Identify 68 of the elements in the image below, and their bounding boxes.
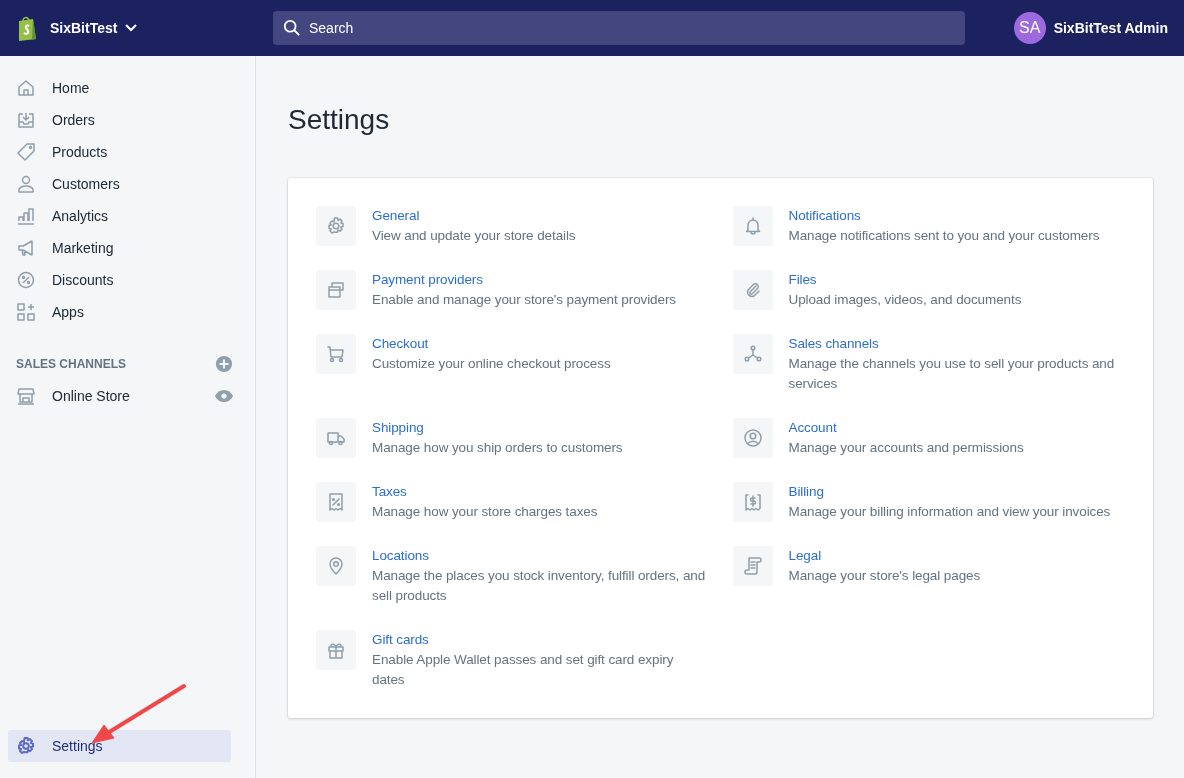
setting-description: Enable Apple Wallet passes and set gift card expiry dates xyxy=(372,651,675,689)
percent-badge-icon xyxy=(16,270,36,290)
dollar-receipt-icon xyxy=(742,492,763,512)
sidebar-item[interactable]: Settings xyxy=(8,730,231,762)
setting-description: Enable and manage your store's payment providers xyxy=(372,291,676,309)
add-icon[interactable] xyxy=(215,355,233,373)
sidebar-item[interactable]: Online Store xyxy=(8,380,138,412)
cart-icon xyxy=(326,344,346,364)
sidebar-item[interactable]: Products xyxy=(8,136,231,168)
setting-description: Manage the places you stock inventory, fulfill orders, and sell products xyxy=(372,567,707,605)
sidebar-item[interactable]: Home xyxy=(8,72,231,104)
search-icon xyxy=(283,19,301,37)
sidebar-item[interactable]: Customers xyxy=(8,168,231,200)
user-menu[interactable]: SA SixBitTest Admin xyxy=(1013,12,1168,44)
chevron-down-icon xyxy=(125,24,138,32)
setting-link[interactable]: Notifications xyxy=(788,206,861,226)
setting-link[interactable]: Files xyxy=(788,270,817,290)
eye-icon[interactable] xyxy=(215,390,233,402)
gift-icon xyxy=(326,640,346,660)
user-circle-icon xyxy=(742,428,763,448)
megaphone-icon xyxy=(16,238,36,258)
sidebar-item[interactable]: Discounts xyxy=(8,264,231,296)
grid-plus-icon xyxy=(16,302,36,322)
sidebar-item[interactable]: Apps xyxy=(8,296,231,328)
setting-description: View and update your store details xyxy=(372,227,576,245)
store-switcher[interactable]: SixBitTest xyxy=(50,20,138,36)
setting-description: Manage your store's legal pages xyxy=(788,567,981,585)
page-title: Settings xyxy=(288,104,391,136)
setting-description: Manage the channels you use to sell your products and services xyxy=(788,355,1116,393)
shopping-bag-logo xyxy=(16,15,38,41)
setting-description: Manage notifications sent to you and your customers xyxy=(788,227,1100,245)
setting-link[interactable]: Payment providers xyxy=(372,270,483,290)
setting-link[interactable]: Sales channels xyxy=(788,334,879,354)
setting-description: Upload images, videos, and documents xyxy=(788,291,1022,309)
settings-icon xyxy=(326,216,346,236)
sidebar-item[interactable]: Analytics xyxy=(8,200,231,232)
setting-link[interactable]: General xyxy=(372,206,420,226)
inbox-icon xyxy=(16,110,36,130)
settings-icon xyxy=(16,736,36,756)
setting-link[interactable]: Locations xyxy=(372,546,429,566)
setting-link[interactable]: Billing xyxy=(788,482,824,502)
avatar: SA xyxy=(1013,12,1046,44)
setting-description: Manage your accounts and permissions xyxy=(788,439,1024,457)
document-icon xyxy=(742,556,763,576)
bar-chart-icon xyxy=(16,206,36,226)
person-icon xyxy=(16,174,36,194)
sidebar-item[interactable]: Orders xyxy=(8,104,231,136)
house-icon xyxy=(16,78,36,98)
setting-link[interactable]: Shipping xyxy=(372,418,424,438)
cards-icon xyxy=(326,280,346,300)
setting-description: Manage how you ship orders to customers xyxy=(372,439,623,457)
setting-link[interactable]: Legal xyxy=(788,546,822,566)
setting-description: Manage your billing information and view your invoices xyxy=(788,503,1111,521)
sidebar-item[interactable]: Marketing xyxy=(8,232,231,264)
setting-link[interactable]: Taxes xyxy=(372,482,407,502)
setting-link[interactable]: Gift cards xyxy=(372,630,429,650)
setting-description: Customize your online checkout process xyxy=(372,355,611,373)
receipt-icon xyxy=(326,492,346,512)
section-heading: SALES CHANNELS xyxy=(16,357,126,371)
nodes-icon xyxy=(742,344,763,364)
user-name: SixBitTest Admin xyxy=(1053,20,1168,36)
setting-description: Manage how your store charges taxes xyxy=(372,503,598,521)
tag-icon xyxy=(16,142,36,162)
map-pin-icon xyxy=(326,556,346,576)
search-field[interactable]: Search xyxy=(273,11,965,45)
setting-link[interactable]: Checkout xyxy=(372,334,429,354)
setting-link[interactable]: Account xyxy=(788,418,837,438)
storefront-icon xyxy=(16,386,36,406)
